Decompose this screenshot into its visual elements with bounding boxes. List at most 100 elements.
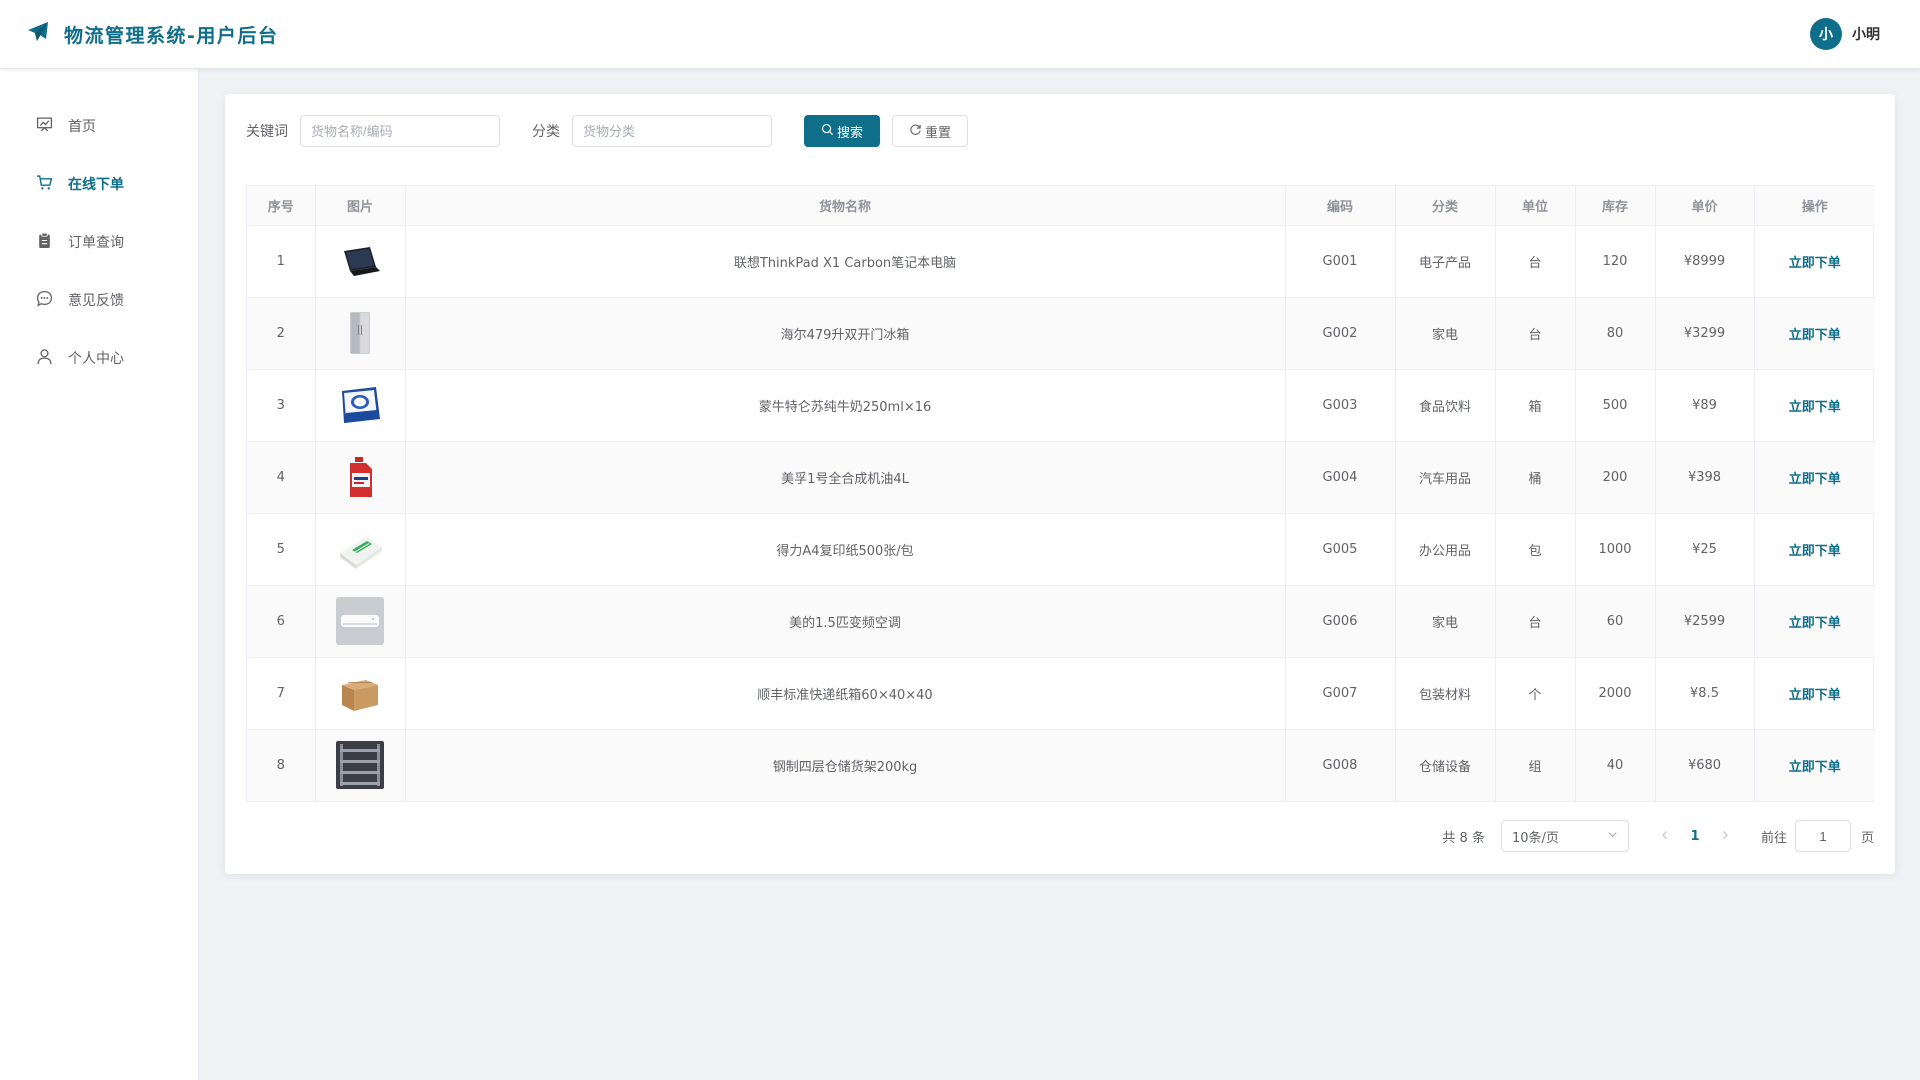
refresh-icon <box>909 123 925 139</box>
order-now-link[interactable]: 立即下单 <box>1789 256 1841 271</box>
user-name[interactable]: 小明 <box>1852 24 1880 44</box>
column-header[interactable]: 编码 <box>1285 186 1396 226</box>
product-stock: 1000 <box>1575 513 1656 586</box>
pagination: 共 8 条 10条/页 1 前往 页 <box>1442 820 1874 852</box>
table-row: 6 美的1.5匹变频空调 G006 家电 台 60 ¥2599 立即下单 <box>247 585 1875 658</box>
product-name: 蒙牛特仑苏纯牛奶250ml×16 <box>405 369 1286 442</box>
product-code: G004 <box>1285 441 1396 514</box>
prev-page-button[interactable] <box>1653 829 1677 844</box>
order-now-link[interactable]: 立即下单 <box>1789 616 1841 631</box>
total-count: 共 8 条 <box>1442 830 1485 846</box>
order-now-link[interactable]: 立即下单 <box>1789 760 1841 775</box>
search-icon <box>821 123 837 139</box>
order-now-link[interactable]: 立即下单 <box>1789 328 1841 343</box>
row-index: 6 <box>247 585 316 658</box>
product-code: G008 <box>1285 729 1396 801</box>
row-index: 2 <box>247 297 316 370</box>
fridge-image <box>350 312 370 354</box>
action-cell: 立即下单 <box>1754 297 1875 370</box>
product-category: 汽车用品 <box>1395 441 1496 514</box>
page-number-current[interactable]: 1 <box>1677 829 1713 844</box>
table-row: 1 联想ThinkPad X1 Carbon笔记本电脑 G001 电子产品 台 … <box>247 225 1875 298</box>
product-image <box>315 657 406 730</box>
product-price: ¥2599 <box>1655 585 1755 658</box>
product-image <box>315 441 406 514</box>
air-conditioner-image <box>336 597 384 645</box>
action-cell: 立即下单 <box>1754 225 1875 298</box>
product-price: ¥8.5 <box>1655 657 1755 730</box>
column-header[interactable]: 单价 <box>1655 186 1755 226</box>
logo[interactable]: 物流管理系统-用户后台 <box>26 20 278 48</box>
avatar[interactable]: 小 <box>1810 18 1842 50</box>
product-name: 钢制四层仓储货架200kg <box>405 729 1286 801</box>
cardboard-box-image <box>342 680 378 711</box>
product-stock: 2000 <box>1575 657 1656 730</box>
product-unit: 台 <box>1495 585 1576 658</box>
product-image <box>315 513 406 586</box>
user-icon <box>36 348 68 369</box>
product-category: 电子产品 <box>1395 225 1496 298</box>
order-now-link[interactable]: 立即下单 <box>1789 688 1841 703</box>
column-header[interactable]: 操作 <box>1754 186 1875 226</box>
order-now-link[interactable]: 立即下单 <box>1789 472 1841 487</box>
next-page-button[interactable] <box>1713 829 1737 844</box>
sidebar-item-order-query[interactable]: 订单查询 <box>0 213 198 271</box>
product-price: ¥3299 <box>1655 297 1755 370</box>
page-size-value: 10条/页 <box>1511 830 1559 846</box>
product-stock: 200 <box>1575 441 1656 514</box>
product-unit: 台 <box>1495 225 1576 298</box>
product-name: 联想ThinkPad X1 Carbon笔记本电脑 <box>405 225 1286 298</box>
product-unit: 组 <box>1495 729 1576 801</box>
page-size-select[interactable]: 10条/页 <box>1500 820 1629 852</box>
product-category: 家电 <box>1395 297 1496 370</box>
product-unit: 台 <box>1495 297 1576 370</box>
sidebar-item-profile[interactable]: 个人中心 <box>0 329 198 387</box>
sidebar-item-home[interactable]: 首页 <box>0 97 198 155</box>
goto-page-input[interactable] <box>1794 820 1851 852</box>
action-cell: 立即下单 <box>1754 729 1875 801</box>
action-cell: 立即下单 <box>1754 369 1875 442</box>
goods-card: 关键词 分类 搜索 重置 序号 图片 货物名称 编码 分类 <box>225 94 1895 874</box>
table-row: 2 海尔479升双开门冰箱 G002 家电 台 80 ¥3299 立即下单 <box>247 297 1875 370</box>
product-image <box>315 225 406 298</box>
reset-button[interactable]: 重置 <box>892 115 969 147</box>
chevron-right-icon <box>1723 830 1728 839</box>
cart-icon <box>36 174 68 195</box>
page-suffix: 页 <box>1860 830 1874 846</box>
product-image <box>315 297 406 370</box>
action-cell: 立即下单 <box>1754 585 1875 658</box>
table-header-row: 序号 图片 货物名称 编码 分类 单位 库存 单价 操作 <box>247 186 1875 226</box>
order-now-link[interactable]: 立即下单 <box>1789 544 1841 559</box>
product-price: ¥398 <box>1655 441 1755 514</box>
table-row: 3 蒙牛特仑苏纯牛奶250ml×16 G003 食品饮料 箱 500 ¥89 立… <box>247 369 1875 442</box>
pager: 1 <box>1653 829 1737 844</box>
product-category: 包装材料 <box>1395 657 1496 730</box>
product-image <box>315 369 406 442</box>
column-header[interactable]: 图片 <box>315 186 406 226</box>
column-header[interactable]: 分类 <box>1395 186 1496 226</box>
action-cell: 立即下单 <box>1754 441 1875 514</box>
column-header[interactable]: 库存 <box>1575 186 1656 226</box>
keyword-label: 关键词 <box>246 124 288 140</box>
column-header[interactable]: 单位 <box>1495 186 1576 226</box>
user-menu[interactable]: 小 小明 <box>1810 18 1880 50</box>
laptop-image <box>344 247 380 276</box>
table-row: 5 得力A4复印纸500张/包 G005 办公用品 包 1000 ¥25 立即下… <box>247 513 1875 586</box>
action-cell: 立即下单 <box>1754 513 1875 586</box>
sidebar-item-label: 意见反馈 <box>68 293 124 309</box>
reset-button-label: 重置 <box>925 124 952 140</box>
row-index: 8 <box>247 729 316 801</box>
sidebar-item-feedback[interactable]: 意见反馈 <box>0 271 198 329</box>
table-row: 7 顺丰标准快递纸箱60×40×40 G007 包装材料 个 2000 ¥8.5… <box>247 657 1875 730</box>
order-now-link[interactable]: 立即下单 <box>1789 400 1841 415</box>
product-name: 海尔479升双开门冰箱 <box>405 297 1286 370</box>
product-price: ¥25 <box>1655 513 1755 586</box>
product-code: G007 <box>1285 657 1396 730</box>
category-input[interactable] <box>572 115 772 147</box>
keyword-input[interactable] <box>300 115 500 147</box>
column-header[interactable]: 序号 <box>247 186 316 226</box>
column-header[interactable]: 货物名称 <box>405 186 1286 226</box>
sidebar-item-online-order[interactable]: 在线下单 <box>0 155 198 213</box>
search-button[interactable]: 搜索 <box>804 115 881 147</box>
search-bar: 关键词 分类 搜索 重置 <box>246 115 969 147</box>
